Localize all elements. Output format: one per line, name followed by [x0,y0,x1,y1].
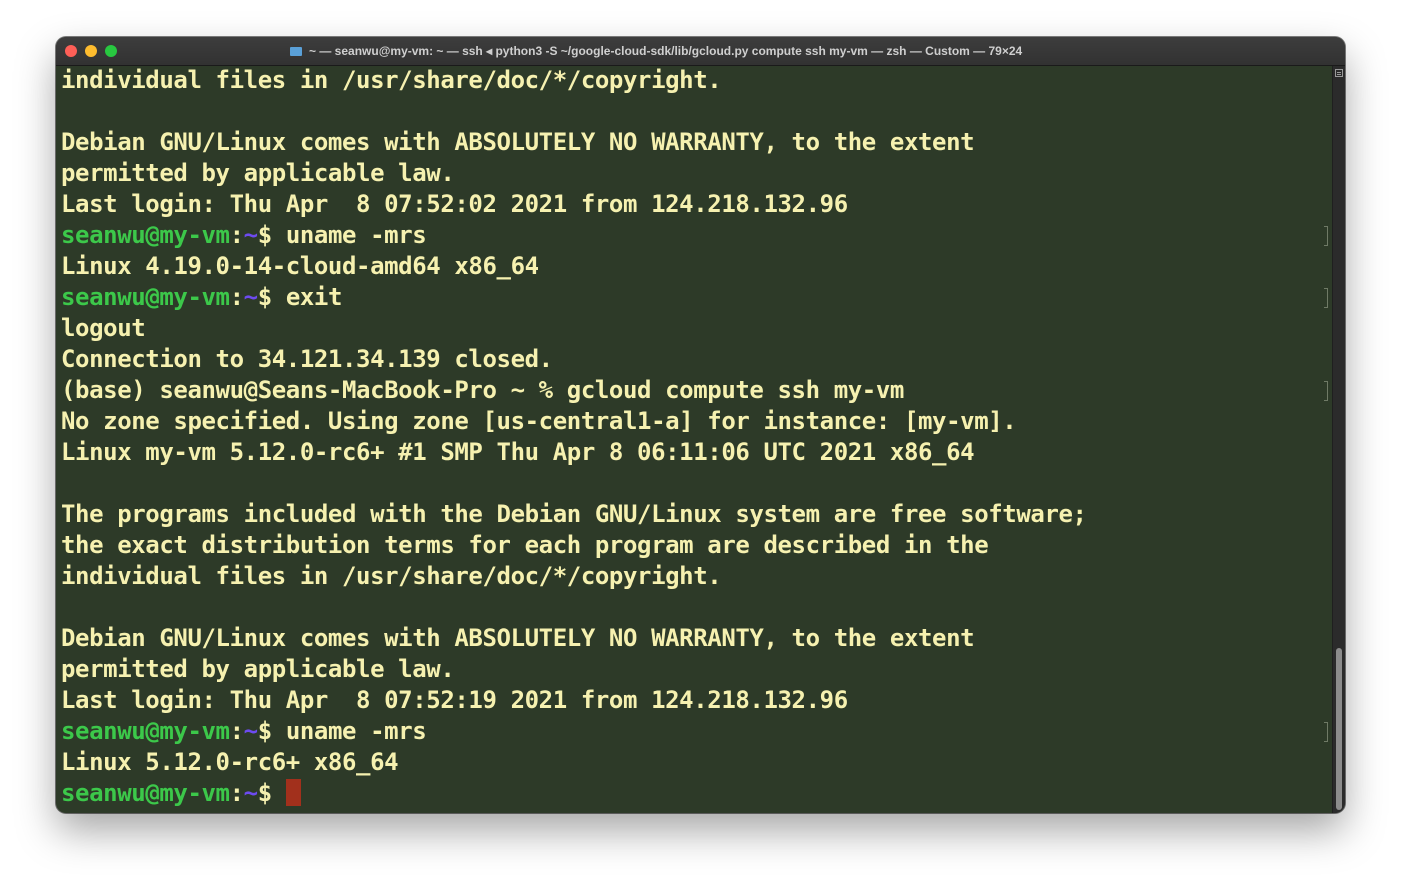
prompt-user-host: seanwu@my-vm [61,779,230,807]
output-text: The programs included with the Debian GN… [61,500,1087,528]
output-line: permitted by applicable law. [61,158,1332,189]
output-line: Last login: Thu Apr 8 07:52:02 2021 from… [61,189,1332,220]
prompt-command: $ [257,779,286,807]
output-text: the exact distribution terms for each pr… [61,531,989,559]
output-text: logout [61,314,146,342]
terminal-window: ~ — seanwu@my-vm: ~ — ssh ◂ python3 -S ~… [56,37,1345,813]
prompt-user-host: seanwu@my-vm [61,283,230,311]
prompt-command: $ uname -mrs [257,717,427,745]
output-line: Linux 4.19.0-14-cloud-amd64 x86_64 [61,251,1332,282]
window-title-text: ~ — seanwu@my-vm: ~ — ssh ◂ python3 -S ~… [309,44,1023,58]
output-text: Debian GNU/Linux comes with ABSOLUTELY N… [61,128,975,156]
output-text: Linux my-vm 5.12.0-rc6+ #1 SMP Thu Apr 8… [61,438,975,466]
output-text: permitted by applicable law. [61,655,455,683]
prompt-command: $ exit [257,283,343,311]
folder-icon [290,47,302,56]
prompt-path: ~ [243,221,258,249]
minimize-button[interactable] [85,45,97,57]
output-line: individual files in /usr/share/doc/*/cop… [61,561,1332,592]
scrollbar-thumb[interactable] [1336,648,1342,810]
marks-icon [1335,69,1343,77]
output-line: individual files in /usr/share/doc/*/cop… [61,66,1332,96]
output-line: Connection to 34.121.34.139 closed. [61,344,1332,375]
output-line: Debian GNU/Linux comes with ABSOLUTELY N… [61,127,1332,158]
prompt-path: ~ [243,717,258,745]
output-line: Debian GNU/Linux comes with ABSOLUTELY N… [61,623,1332,654]
output-line: The programs included with the Debian GN… [61,499,1332,530]
active-prompt-line[interactable]: seanwu@my-vm:~$ [61,778,1332,809]
close-button[interactable] [65,45,77,57]
output-line: Last login: Thu Apr 8 07:52:19 2021 from… [61,685,1332,716]
output-line: Linux 5.12.0-rc6+ x86_64 [61,747,1332,778]
prompt-line: seanwu@my-vm:~$ uname -mrs [61,716,1332,747]
output-line: the exact distribution terms for each pr… [61,530,1332,561]
prompt-line: (base) seanwu@Seans-MacBook-Pro ~ % gclo… [61,375,1332,406]
prompt-mark-icon [1324,381,1328,401]
output-text: permitted by applicable law. [61,159,455,187]
prompt-line: seanwu@my-vm:~$ exit [61,282,1332,313]
prompt-path: ~ [243,779,258,807]
output-text: Connection to 34.121.34.139 closed. [61,345,553,373]
prompt-path: ~ [243,283,258,311]
title-bar[interactable]: ~ — seanwu@my-vm: ~ — ssh ◂ python3 -S ~… [56,37,1345,66]
scrollbar[interactable] [1332,66,1345,813]
prompt-mark-icon [1324,722,1328,742]
output-text: Last login: Thu Apr 8 07:52:19 2021 from… [61,686,848,714]
terminal-output[interactable]: individual files in /usr/share/doc/*/cop… [56,66,1332,813]
output-line: logout [61,313,1332,344]
prompt-mark-icon [1324,226,1328,246]
zoom-button[interactable] [105,45,117,57]
output-line: No zone specified. Using zone [us-centra… [61,406,1332,437]
output-line: Linux my-vm 5.12.0-rc6+ #1 SMP Thu Apr 8… [61,437,1332,468]
output-text: individual files in /usr/share/doc/*/cop… [61,66,722,94]
prompt-colon: : [229,283,244,311]
prompt-colon: : [229,221,244,249]
output-text: Linux 5.12.0-rc6+ x86_64 [61,748,399,776]
prompt-mark-icon [1324,288,1328,308]
prompt-user-host: seanwu@my-vm [61,717,230,745]
output-text: No zone specified. Using zone [us-centra… [61,407,1017,435]
window-title: ~ — seanwu@my-vm: ~ — ssh ◂ python3 -S ~… [290,37,1022,65]
prompt-user-host: seanwu@my-vm [61,221,230,249]
prompt-line: seanwu@my-vm:~$ uname -mrs [61,220,1332,251]
prompt-colon: : [229,717,244,745]
output-line: permitted by applicable law. [61,654,1332,685]
prompt-command: $ uname -mrs [257,221,427,249]
output-text: individual files in /usr/share/doc/*/cop… [61,562,722,590]
output-text: Linux 4.19.0-14-cloud-amd64 x86_64 [61,252,539,280]
output-text: Last login: Thu Apr 8 07:52:02 2021 from… [61,190,848,218]
text-cursor[interactable] [285,779,301,806]
output-text: Debian GNU/Linux comes with ABSOLUTELY N… [61,624,975,652]
output-text: (base) seanwu@Seans-MacBook-Pro ~ % gclo… [61,376,904,404]
prompt-colon: : [229,779,244,807]
